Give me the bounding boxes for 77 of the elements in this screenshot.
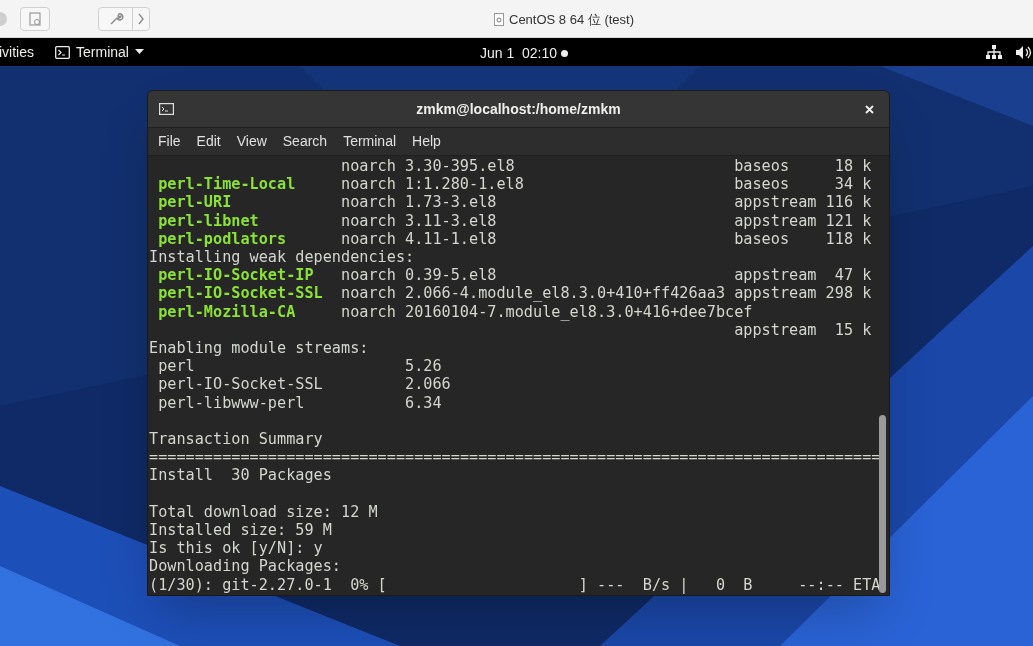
menu-item[interactable]: Search (274, 131, 336, 152)
package-arch: noarch (341, 266, 397, 285)
package-name: perl-Time-Local (158, 175, 297, 194)
package-repo: appstream (734, 211, 818, 230)
package-size: 118 k (825, 229, 872, 248)
terminal-icon (159, 103, 174, 115)
package-version: 4.11-1.el8 (405, 229, 498, 248)
snapshot-button[interactable] (20, 6, 50, 31)
package-version: 1.73-3.el8 (405, 193, 498, 212)
package-arch: noarch (341, 284, 397, 303)
terminal-icon (55, 45, 70, 59)
chevron-right-icon (137, 12, 145, 25)
output-line: Total download size: 12 M (149, 502, 378, 522)
package-repo: appstream (734, 193, 818, 212)
package-name: perl-IO-Socket-IP (158, 266, 315, 285)
package-version: 1:1.280-1.el8 (405, 175, 525, 194)
output-line: Install 30 Packages (149, 466, 332, 485)
package-arch: noarch (341, 229, 397, 248)
menu-item[interactable]: Edit (188, 131, 229, 152)
module-name: perl-IO-Socket-SSL (158, 375, 324, 394)
package-arch: noarch (341, 193, 397, 212)
module-stream: 2.066 (405, 375, 451, 394)
package-version: 3.11-3.el8 (405, 211, 498, 230)
output-line: (1/30): git-2.27.0-1 0% [ ] --- B/s | 0 B --:-- ETA (149, 575, 881, 594)
package-arch: noarch (341, 175, 397, 194)
window-title: CentOS 8 64 位 (test) (509, 11, 634, 29)
output-line: Downloading Packages: (149, 557, 342, 576)
package-name: perl-libnet (158, 211, 260, 230)
output-line: Is this ok [y/N]: y (149, 539, 323, 558)
volume-icon[interactable] (1016, 45, 1033, 60)
menu-item[interactable]: File (150, 131, 189, 152)
module-stream: 6.34 (405, 393, 442, 412)
output-line: Transaction Summary (149, 430, 323, 449)
package-name: perl-Mozilla-CA (158, 302, 297, 321)
menu-item[interactable]: Terminal (335, 131, 405, 152)
output-line: Installing weak dependencies: (149, 248, 415, 267)
package-size: 121 k (825, 211, 872, 230)
caret-icon (134, 49, 144, 55)
package-arch: noarch (341, 211, 397, 230)
package-size: 15 k (833, 320, 872, 340)
package-size: 34 k (833, 175, 872, 194)
menu-item[interactable]: View (228, 131, 275, 152)
package-version: 0.39-5.el8 (405, 266, 498, 285)
package-name: perl-podlators (158, 229, 288, 248)
activities-button[interactable]: ivities (0, 41, 34, 63)
output-line: Installed size: 59 M (149, 521, 332, 540)
module-name: perl (158, 357, 196, 376)
package-version: 3.30-395.el8 (405, 157, 516, 176)
menu-item[interactable]: Help (404, 131, 449, 152)
app-menu[interactable]: Terminal (55, 41, 144, 63)
scrollbar-thumb[interactable] (879, 415, 886, 593)
package-size: 47 k (833, 266, 872, 285)
window-title: zmkm@localhost:/home/zmkm (416, 99, 621, 119)
package-repo: baseos (734, 229, 791, 248)
document-icon (28, 11, 42, 26)
package-size: 298 k (825, 284, 872, 303)
output-line: ================================================================================ (149, 448, 881, 467)
close-icon (864, 104, 874, 114)
package-name: perl-IO-Socket-SSL (158, 284, 324, 303)
package-repo: baseos (734, 157, 791, 176)
output-line: Enabling module streams: (149, 339, 369, 358)
package-name: perl-URI (158, 193, 233, 212)
document-icon (494, 13, 504, 27)
package-repo: appstream (734, 320, 818, 340)
module-stream: 5.26 (405, 357, 442, 376)
package-repo: appstream (734, 266, 818, 285)
package-size: 116 k (825, 193, 872, 212)
package-size: 18 k (833, 157, 872, 176)
module-name: perl-libwww-perl (158, 393, 306, 412)
package-version: 2.066-4.module_el8.3.0+410+ff426aa3 (405, 284, 727, 303)
package-version: 20160104-7.module_el8.3.0+416+dee7bcef (405, 302, 753, 321)
package-repo: baseos (734, 175, 791, 194)
network-icon[interactable] (986, 45, 1002, 60)
package-arch: noarch (341, 302, 397, 321)
clock-button[interactable]: Jun 1 02:10 (480, 43, 569, 64)
package-arch: noarch (341, 157, 397, 176)
package-repo: appstream (734, 284, 818, 303)
